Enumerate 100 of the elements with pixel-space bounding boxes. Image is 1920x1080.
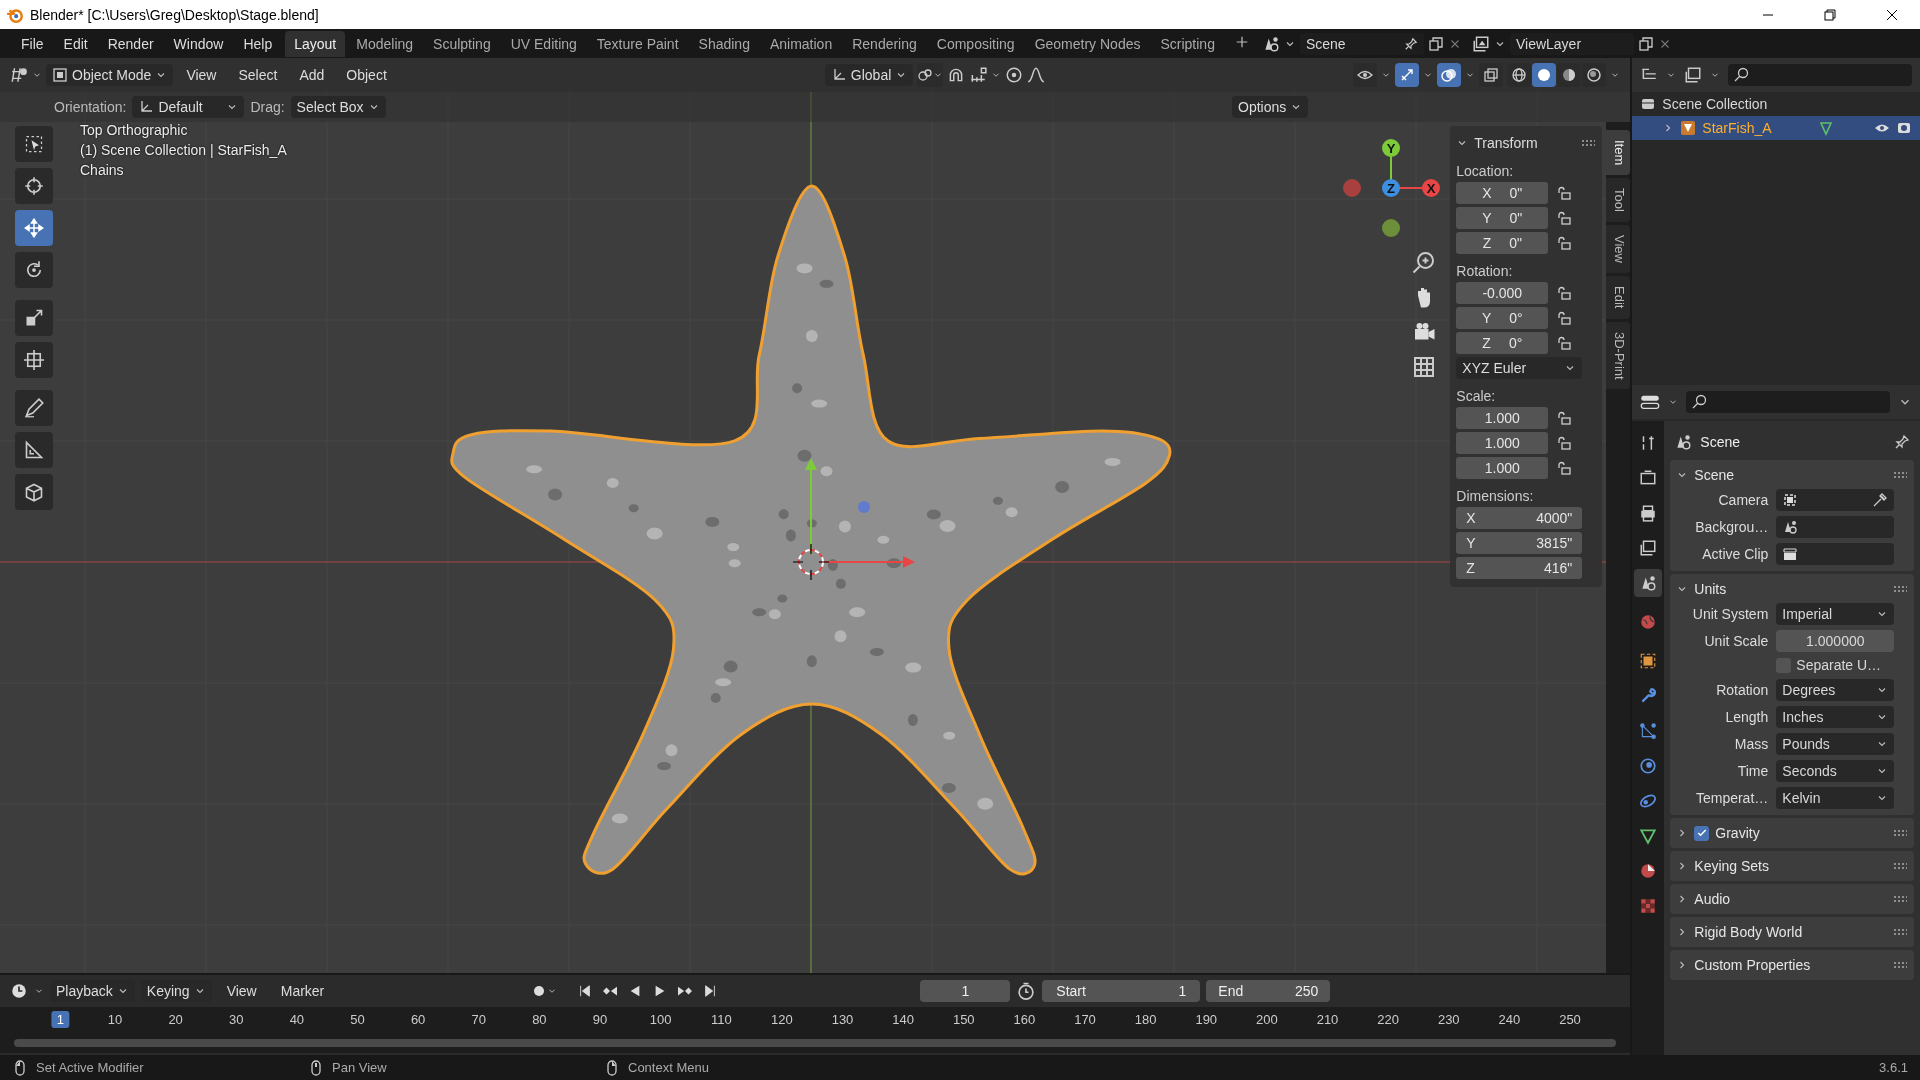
tool-button[interactable] [15, 300, 53, 336]
tool-button[interactable] [15, 390, 53, 426]
menu-item[interactable]: View [177, 64, 226, 86]
padlock-icon[interactable] [1556, 235, 1573, 251]
tool-button[interactable] [15, 168, 53, 204]
dropdown[interactable]: Inches [1776, 705, 1895, 728]
panel-title[interactable]: Custom Properties [1694, 957, 1886, 973]
menu-item[interactable]: Help [234, 32, 282, 55]
padlock-icon[interactable] [1556, 435, 1573, 451]
eyedropper-icon[interactable] [1872, 491, 1889, 508]
orientation-dropdown[interactable]: Global [824, 64, 914, 86]
zoom-icon[interactable] [1412, 250, 1436, 274]
menu-item[interactable]: Marker [271, 980, 334, 1003]
workspace-tab[interactable]: Geometry Nodes [1025, 30, 1150, 57]
tool-button[interactable] [15, 432, 53, 468]
options-dropdown[interactable]: Options [1232, 96, 1309, 118]
scene-field[interactable] [1776, 515, 1895, 538]
number-field[interactable]: 1.000000 [1776, 629, 1895, 652]
sidebar-tab[interactable]: Edit [1606, 276, 1631, 319]
number-field[interactable]: 1.000 [1456, 432, 1549, 454]
shading-button[interactable] [1582, 63, 1607, 87]
scene-field[interactable]: Scene [1299, 32, 1424, 55]
workspace-tab[interactable]: Layout [285, 30, 346, 57]
menu-item[interactable]: Select [229, 64, 287, 86]
search-field[interactable] [1686, 391, 1890, 413]
shading-button[interactable] [1557, 63, 1582, 87]
padlock-icon[interactable] [1556, 310, 1573, 326]
panel-title[interactable]: Units [1694, 581, 1886, 597]
camera-icon[interactable] [1896, 120, 1912, 136]
tool-button[interactable] [15, 252, 53, 288]
menu-item[interactable]: View [217, 980, 266, 1003]
panel-title[interactable]: Audio [1694, 891, 1886, 907]
panel-title[interactable]: Transform [1474, 135, 1575, 151]
proportional-icon[interactable] [1005, 66, 1024, 84]
outliner-row[interactable]: StarFish_A [1632, 116, 1920, 140]
workspace-tab[interactable]: Modeling [347, 30, 423, 57]
stopwatch-icon[interactable] [1016, 981, 1037, 1002]
tool-button[interactable] [15, 342, 53, 378]
grid-icon[interactable] [1412, 355, 1436, 379]
workspace-tab[interactable]: Sculpting [424, 30, 500, 57]
workspace-tab[interactable]: Animation [760, 30, 842, 57]
clip-field[interactable] [1776, 542, 1895, 565]
search-field[interactable] [1728, 64, 1912, 86]
link-icon[interactable] [917, 67, 934, 83]
clock-icon[interactable] [10, 982, 28, 1001]
panel-title[interactable]: Keying Sets [1694, 858, 1886, 874]
number-field[interactable]: Y 0" [1456, 207, 1549, 229]
tool-button[interactable] [15, 474, 53, 510]
sidebar-tab[interactable]: 3D-Print [1606, 321, 1631, 390]
number-field[interactable]: Y 0° [1456, 307, 1549, 329]
number-field[interactable]: 1.000 [1456, 457, 1549, 479]
workspace-tab[interactable]: Texture Paint [587, 30, 688, 57]
checkbox[interactable] [1694, 825, 1710, 841]
pin-icon[interactable] [1403, 36, 1418, 51]
padlock-icon[interactable] [1556, 210, 1573, 226]
add-icon[interactable] [1234, 35, 1249, 49]
object-field[interactable] [1776, 488, 1895, 511]
editor-type-icon[interactable] [10, 66, 28, 84]
workspace-tab[interactable]: UV Editing [501, 30, 586, 57]
xray-toggle[interactable] [1479, 63, 1504, 87]
padlock-icon[interactable] [1556, 285, 1573, 301]
number-field[interactable]: Z 0° [1456, 332, 1549, 354]
dropdown[interactable]: Kelvin [1776, 786, 1895, 809]
menu-item[interactable]: Window [164, 32, 233, 55]
number-field[interactable]: Z 0" [1456, 232, 1549, 254]
frame-field[interactable]: 1 [920, 980, 1011, 1003]
navigation-gizmo[interactable] [1343, 139, 1440, 237]
start-frame-field[interactable]: Start 1 [1042, 980, 1201, 1003]
menu-item[interactable]: File [12, 32, 53, 55]
workspace-tab[interactable]: Rendering [843, 30, 926, 57]
padlock-icon[interactable] [1556, 335, 1573, 351]
shading-button[interactable] [1507, 63, 1532, 87]
sidebar-tab[interactable]: View [1606, 225, 1631, 274]
workspace-tab[interactable]: Shading [689, 30, 759, 57]
eye-pointer-toggle[interactable] [1353, 63, 1378, 87]
mode-dropdown[interactable]: Object Mode [46, 64, 174, 86]
dropdown[interactable]: Imperial [1776, 602, 1895, 625]
number-field[interactable]: -0.000 [1456, 282, 1549, 304]
menu-item[interactable]: Add [290, 64, 334, 86]
orientation-dropdown[interactable]: Default [132, 96, 245, 118]
pin-icon[interactable] [1894, 434, 1910, 450]
falloff-icon[interactable] [1027, 66, 1046, 84]
shading-button[interactable] [1532, 63, 1557, 87]
menu-dropdown[interactable]: Playback [50, 980, 135, 1003]
shapes-tab[interactable] [1634, 569, 1663, 597]
starfish-model[interactable] [450, 184, 1172, 876]
workspace-tab[interactable]: Compositing [927, 30, 1024, 57]
padlock-icon[interactable] [1556, 410, 1573, 426]
number-field[interactable]: Z 416" [1456, 557, 1583, 579]
image-stack-icon[interactable] [1684, 66, 1703, 84]
menu-dropdown[interactable]: Keying [140, 980, 212, 1003]
number-field[interactable]: 1.000 [1456, 407, 1549, 429]
menu-item[interactable]: Render [98, 32, 163, 55]
dropdown[interactable]: Degrees [1776, 678, 1895, 701]
number-field[interactable]: X 4000" [1456, 507, 1583, 529]
workspace-tab[interactable]: Scripting [1151, 30, 1224, 57]
padlock-icon[interactable] [1556, 185, 1573, 201]
number-field[interactable]: Y 3815" [1456, 532, 1583, 554]
gizmo-toggle[interactable] [1395, 63, 1420, 87]
view-layer-field[interactable]: ViewLayer [1509, 32, 1634, 55]
